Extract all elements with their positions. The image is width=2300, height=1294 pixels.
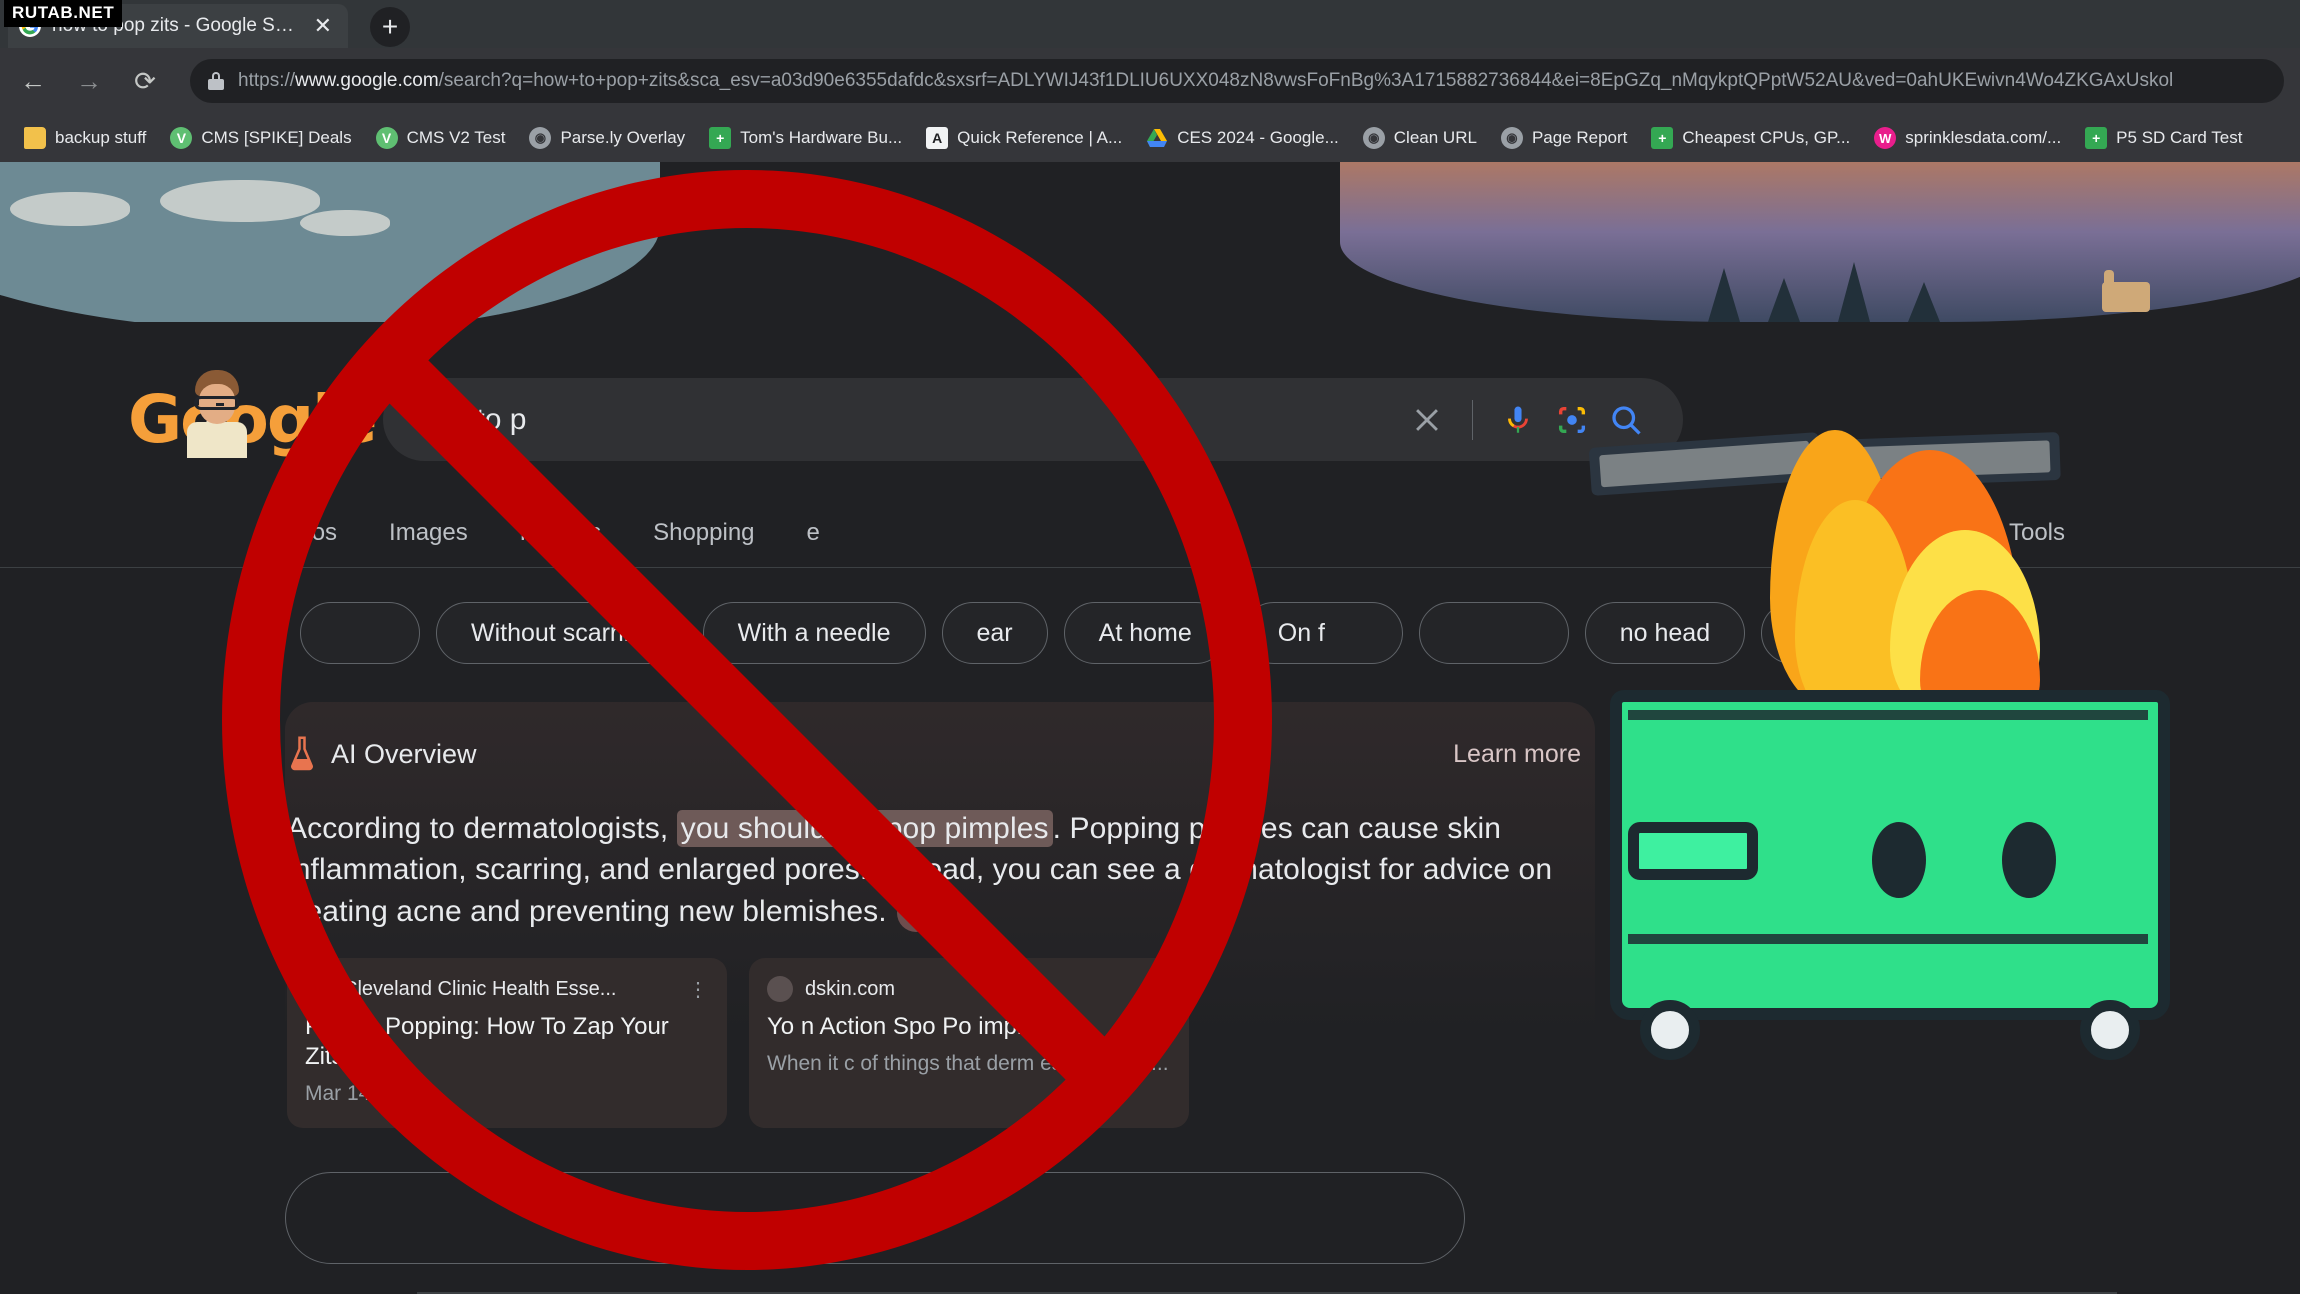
url-host: www.google.com — [295, 70, 439, 91]
lock-icon — [208, 72, 224, 90]
url-path: /search?q=how+to+pop+zits&sca_esv=a03d90… — [438, 70, 2174, 91]
bookmark-item[interactable]: ◉ Page Report — [1491, 123, 1637, 153]
divider — [1472, 399, 1473, 440]
bookmark-label: Clean URL — [1393, 128, 1477, 147]
bookmark-item[interactable]: ◉ Clean URL — [1353, 123, 1487, 153]
close-icon[interactable] — [1400, 393, 1454, 447]
dumpster-wheel — [2080, 1000, 2140, 1060]
doodle-tree — [1838, 262, 1870, 322]
forward-button[interactable]: → — [72, 66, 106, 97]
bookmark-item[interactable]: backup stuff — [14, 123, 156, 153]
dumpster-fire-overlay — [1588, 430, 2230, 1130]
dumpster-handle — [1628, 822, 1758, 880]
bookmarks-bar: backup stuff V CMS [SPIKE] Deals V CMS V2 … — [0, 114, 2300, 162]
close-icon[interactable]: ✕ — [308, 13, 338, 39]
bookmark-label: Tom's Hardware Bu... — [740, 128, 903, 147]
bookmark-label: Page Report — [1531, 128, 1628, 147]
back-button[interactable]: ← — [16, 66, 50, 97]
watermark: RUTAB.NET — [4, 0, 123, 27]
sheets-icon: + — [709, 127, 732, 149]
bookmark-label: Parse.ly Overlay — [560, 128, 686, 147]
chip-6[interactable] — [1418, 602, 1569, 664]
dumpster-wheel — [1640, 1000, 1700, 1060]
url-scheme: https:// — [238, 70, 296, 91]
globe-icon: ◉ — [1500, 127, 1523, 149]
bookmark-item[interactable]: ◉ Parse.ly Overlay — [519, 123, 695, 153]
bookmark-item[interactable]: V CMS [SPIKE] Deals — [160, 123, 361, 153]
reload-button[interactable]: ⟳ — [128, 66, 162, 97]
folder-icon — [24, 127, 46, 149]
bookmark-item[interactable]: A Quick Reference | A... — [916, 123, 1132, 153]
bookmark-label: CMS [SPIKE] Deals — [201, 128, 352, 147]
bookmark-item[interactable]: Wsprinklesdata.com/... — [1864, 123, 2071, 153]
bookmark-item[interactable]: CES 2024 - Google... — [1136, 123, 1349, 153]
doodle-tree — [1768, 278, 1800, 322]
learn-more-link[interactable]: Learn more — [1453, 740, 1589, 769]
bookmark-label: sprinklesdata.com/... — [1905, 128, 2062, 147]
v-circle-icon: V — [375, 127, 398, 149]
sheets-icon: + — [2085, 127, 2108, 149]
w-circle-icon: W — [1874, 127, 1897, 149]
drive-icon — [1146, 127, 1168, 149]
bookmark-item[interactable]: + Cheapest CPUs, GP... — [1641, 123, 1860, 153]
new-tab-button[interactable]: + — [370, 7, 410, 47]
bookmark-item[interactable]: + P5 SD Card Test — [2075, 123, 2252, 153]
google-lens-icon[interactable] — [1545, 393, 1599, 447]
tab-strip: how to pop zits - Google Search ✕ + — [0, 0, 2300, 48]
bookmark-label: backup stuff — [55, 128, 147, 147]
bookmark-label: Cheapest CPUs, GP... — [1682, 128, 1851, 147]
browser-toolbar: ← → ⟳ https://www.google.com/search?q=ho… — [0, 48, 2300, 114]
bookmark-label: P5 SD Card Test — [2116, 128, 2243, 147]
screenshot-root: how to pop zits - Google Search ✕ + RUTA… — [0, 0, 2300, 1294]
address-bar[interactable]: https://www.google.com/search?q=how+to+p… — [190, 59, 2284, 103]
doodle-fish — [10, 192, 130, 226]
no-entry-overlay — [222, 170, 1272, 1270]
bookmark-label: Quick Reference | A... — [957, 128, 1123, 147]
doodle-tree — [1908, 282, 1940, 322]
microphone-icon[interactable] — [1491, 393, 1545, 447]
url-text: https://www.google.com/search?q=how+to+p… — [238, 70, 2173, 92]
bookmark-label: CES 2024 - Google... — [1177, 128, 1339, 147]
bookmark-item[interactable]: V CMS V2 Test — [366, 123, 516, 153]
globe-icon: ◉ — [529, 127, 552, 149]
bookmark-label: CMS V2 Test — [406, 128, 506, 147]
doodle-landscape-scene — [1340, 162, 2300, 322]
search-icon[interactable] — [1599, 393, 1653, 447]
doodle-tree — [1708, 268, 1740, 322]
v-circle-icon: V — [170, 127, 193, 149]
dumpster-body — [1610, 690, 2170, 1020]
globe-icon: ◉ — [1362, 127, 1385, 149]
letter-a-icon: A — [926, 127, 949, 149]
doodle-deer-neck — [2104, 270, 2114, 288]
sheets-icon: + — [1651, 127, 1674, 149]
bookmark-item[interactable]: + Tom's Hardware Bu... — [699, 123, 912, 153]
